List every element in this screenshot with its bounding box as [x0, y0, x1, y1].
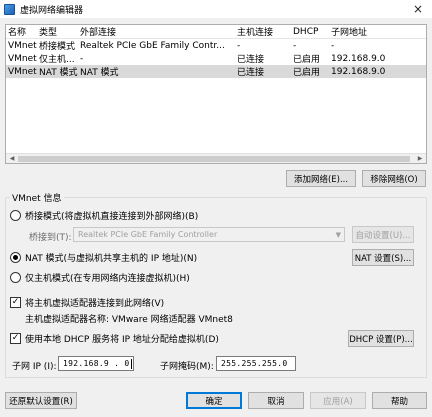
- checkmark-icon: ✓: [10, 297, 21, 308]
- text-cursor: [130, 358, 132, 369]
- cell-external: Realtek PCIe GbE Family Contr...: [80, 40, 225, 51]
- radio-icon: [10, 210, 21, 221]
- connect-adapter-label: 将主机虚拟适配器连接到此网络(V): [25, 299, 165, 309]
- scroll-right-icon[interactable]: ▶: [415, 155, 425, 163]
- cell-name: VMnet0: [8, 40, 37, 51]
- cell-subnet: -: [331, 40, 335, 51]
- host-only-label: 仅主机模式(在专用网络内连接虚拟机)(H): [25, 274, 190, 284]
- connect-adapter-checkbox[interactable]: ✓ 将主机虚拟适配器连接到此网络(V): [10, 296, 164, 309]
- column-header[interactable]: 子网地址: [329, 25, 426, 38]
- radio-icon: [10, 272, 21, 283]
- table-row[interactable]: VMnet1 仅主机... - 已连接 已启用 192.168.9.0: [6, 52, 426, 66]
- dhcp-label: 使用本地 DHCP 服务将 IP 地址分配给虚拟机(D): [25, 335, 219, 345]
- window-title: 虚拟网络编辑器: [20, 5, 84, 16]
- cancel-button[interactable]: 取消: [248, 392, 304, 409]
- remove-network-button[interactable]: 移除网络(O): [362, 170, 426, 187]
- cell-dhcp: -: [293, 40, 297, 51]
- column-header[interactable]: 外部连接: [78, 25, 235, 38]
- cell-host: 已连接: [237, 68, 265, 78]
- list-header: 名称 类型 外部连接 主机连接 DHCP 子网地址: [6, 25, 426, 39]
- cell-subnet: 192.168.9.0: [331, 53, 386, 64]
- help-button[interactable]: 帮助: [372, 392, 427, 409]
- cell-external: -: [80, 53, 84, 64]
- dhcp-checkbox[interactable]: ✓ 使用本地 DHCP 服务将 IP 地址分配给虚拟机(D): [10, 332, 219, 345]
- table-row-selected[interactable]: VMnet8 NAT 模式 NAT 模式 已连接 已启用 192.168.9.0: [6, 65, 426, 78]
- column-header[interactable]: DHCP: [291, 27, 329, 37]
- scroll-thumb[interactable]: [18, 156, 410, 162]
- bridged-to-label: 桥接到(T):: [29, 233, 72, 243]
- nat-mode-label: NAT 模式(与虚拟机共享主机的 IP 地址)(N): [25, 254, 198, 264]
- group-label: VMnet 信息: [10, 191, 64, 204]
- app-icon: [4, 3, 15, 15]
- network-list[interactable]: 名称 类型 外部连接 主机连接 DHCP 子网地址 VMnet0 桥接模式 Re…: [5, 24, 427, 164]
- apply-button: 应用(A): [310, 392, 366, 409]
- auto-settings-button: 自动设置(U)...: [352, 226, 414, 243]
- close-icon[interactable]: ×: [404, 0, 432, 18]
- bridged-to-select: Realtek PCIe GbE Family Controller ▼: [73, 227, 345, 242]
- bridged-mode-radio[interactable]: 桥接模式(将虚拟机直接连接到外部网络)(B): [10, 209, 198, 222]
- table-row[interactable]: VMnet0 桥接模式 Realtek PCIe GbE Family Cont…: [6, 39, 426, 53]
- scroll-left-icon[interactable]: ◀: [7, 155, 17, 163]
- title-bar: 虚拟网络编辑器 ×: [0, 0, 432, 18]
- cell-dhcp: 已启用: [293, 55, 321, 65]
- host-only-radio[interactable]: 仅主机模式(在专用网络内连接虚拟机)(H): [10, 271, 190, 284]
- nat-settings-button[interactable]: NAT 设置(S)...: [352, 249, 414, 266]
- cell-name: VMnet1: [8, 53, 37, 64]
- bridged-mode-label: 桥接模式(将虚拟机直接连接到外部网络)(B): [25, 212, 199, 222]
- checkmark-icon: ✓: [10, 333, 21, 344]
- column-header[interactable]: 类型: [37, 25, 78, 38]
- radio-selected-icon: [10, 252, 21, 263]
- subnet-ip-label: 子网 IP (I):: [12, 362, 57, 372]
- column-header[interactable]: 名称: [6, 25, 37, 38]
- dhcp-settings-button[interactable]: DHCP 设置(P)...: [348, 330, 414, 347]
- subnet-mask-input[interactable]: 255.255.255.0: [216, 356, 296, 371]
- subnet-ip-input[interactable]: 192.168.9 . 0: [58, 356, 134, 371]
- restore-defaults-button[interactable]: 还原默认设置(R): [5, 392, 77, 409]
- adapter-name-text: 主机虚拟适配器名称: VMware 网络适配器 VMnet8: [25, 315, 233, 325]
- cell-external: NAT 模式: [80, 68, 119, 78]
- cell-name: VMnet8: [8, 66, 37, 77]
- cell-dhcp: 已启用: [293, 68, 321, 78]
- add-network-button[interactable]: 添加网络(E)...: [286, 170, 356, 187]
- cell-type: 桥接模式: [39, 42, 76, 52]
- column-header[interactable]: 主机连接: [235, 25, 291, 38]
- cell-host: -: [237, 40, 241, 51]
- chevron-down-icon: ▼: [335, 231, 341, 239]
- cell-type: 仅主机...: [39, 55, 75, 65]
- ok-button[interactable]: 确定: [186, 392, 242, 409]
- cell-type: NAT 模式: [39, 68, 78, 78]
- vmnet-info-group: [5, 197, 427, 378]
- cell-host: 已连接: [237, 55, 265, 65]
- nat-mode-radio[interactable]: NAT 模式(与虚拟机共享主机的 IP 地址)(N): [10, 251, 197, 264]
- subnet-mask-label: 子网掩码(M):: [160, 362, 214, 372]
- cell-subnet: 192.168.9.0: [331, 66, 386, 77]
- horizontal-scrollbar[interactable]: ◀ ▶: [6, 153, 426, 163]
